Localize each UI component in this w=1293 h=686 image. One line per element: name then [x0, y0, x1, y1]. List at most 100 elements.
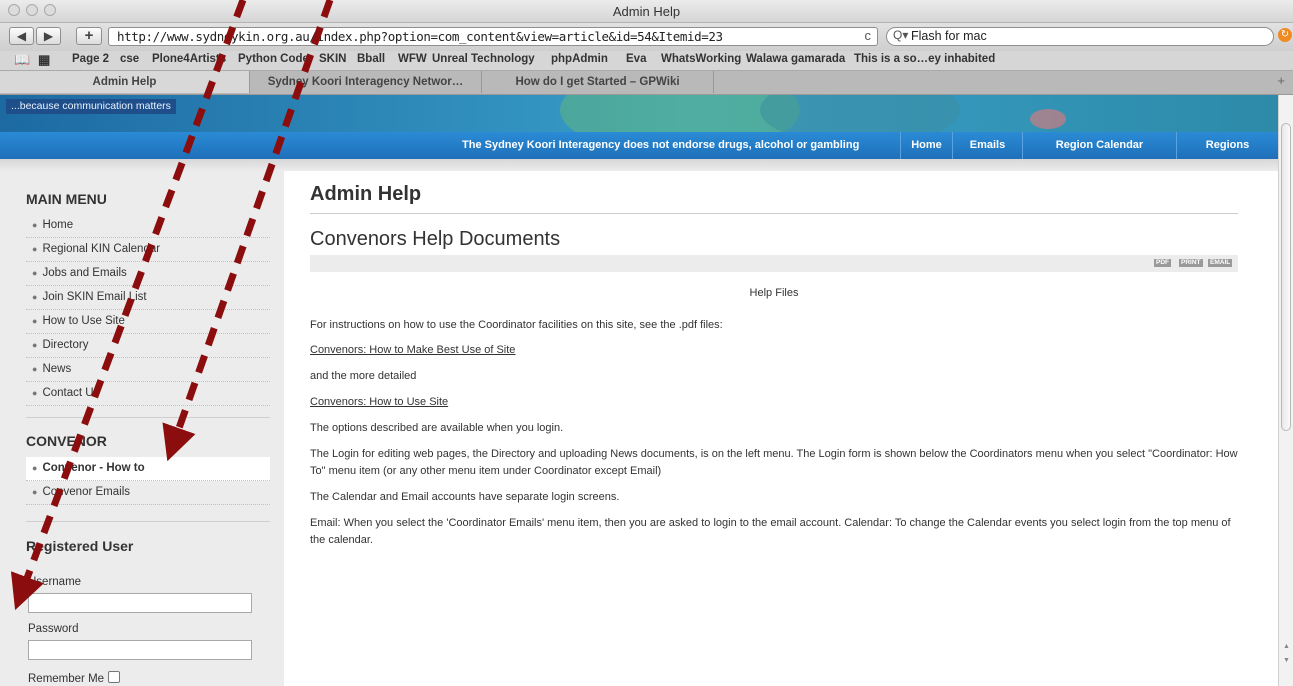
- bookmark-item[interactable]: SKIN: [319, 53, 346, 65]
- password-label: Password: [28, 623, 79, 635]
- menu-label: News: [42, 363, 72, 375]
- menu-label: Regional KIN Calendar: [42, 243, 161, 255]
- bookmarks-book-icon[interactable]: 📖: [14, 52, 30, 68]
- divider: [26, 417, 270, 418]
- bullet-icon: ●: [32, 364, 38, 374]
- bullet-icon: ●: [32, 463, 38, 473]
- tab-sydney-koori[interactable]: Sydney Koori Interagency Networ…: [250, 71, 482, 93]
- password-input[interactable]: [28, 640, 252, 660]
- sidebar: MAIN MENU ● Home ● Regional KIN Calendar ●…: [0, 171, 284, 686]
- bookmark-item[interactable]: Bball: [357, 53, 385, 65]
- menu-item-convenor-emails[interactable]: ● Convenor Emails: [26, 481, 270, 505]
- article-toolbar: PDF PRINT EMAIL: [310, 255, 1238, 272]
- calendar-email-text: The Calendar and Email accounts have sep…: [310, 491, 620, 503]
- convenor-heading: CONVENOR: [26, 433, 107, 449]
- menu-label: Home: [42, 219, 74, 231]
- menu-item-news[interactable]: ● News: [26, 358, 270, 382]
- bookmark-item[interactable]: Eva: [626, 53, 646, 65]
- more-detailed-text: and the more detailed: [310, 370, 417, 382]
- menu-label: Convenor Emails: [42, 486, 131, 498]
- top-sites-grid-icon[interactable]: ▦: [38, 52, 50, 68]
- bookmark-item[interactable]: Unreal Technology: [432, 53, 535, 65]
- site-nav: The Sydney Koori Interagency does not en…: [0, 132, 1278, 160]
- bullet-icon: ●: [32, 340, 38, 350]
- bookmark-item[interactable]: WFW: [398, 53, 427, 65]
- bullet-icon: ●: [32, 388, 38, 398]
- address-bar[interactable]: http://www.sydneykin.org.au/index.php?op…: [108, 27, 878, 46]
- menu-label: Contact Us: [42, 387, 100, 399]
- nav-home[interactable]: Home: [900, 132, 952, 159]
- menu-label: Convenor - How to: [42, 462, 145, 474]
- menu-label: How to Use Site: [42, 315, 125, 327]
- new-tab-icon[interactable]: +: [1277, 73, 1285, 88]
- intro-text: For instructions on how to use the Coord…: [310, 319, 723, 331]
- username-input[interactable]: [28, 593, 252, 613]
- bookmark-item[interactable]: Plone4Artists: [152, 53, 226, 65]
- bullet-icon: ●: [32, 220, 38, 230]
- bookmark-item[interactable]: Walawa gamarada: [746, 53, 845, 65]
- tab-admin-help[interactable]: Admin Help: [0, 71, 250, 93]
- bookmark-item[interactable]: This is a so…ey inhabited: [854, 53, 995, 65]
- menu-item-directory[interactable]: ● Directory: [26, 334, 270, 358]
- menu-item-contact[interactable]: ● Contact Us: [26, 382, 270, 406]
- bookmark-item[interactable]: Page 2: [72, 53, 109, 65]
- reload-icon[interactable]: c: [865, 28, 872, 43]
- how-to-use-link[interactable]: Convenors: How to Use Site: [310, 396, 448, 408]
- menu-item-regional-calendar[interactable]: ● Regional KIN Calendar: [26, 238, 270, 262]
- article-title: Convenors Help Documents: [310, 228, 561, 250]
- bullet-icon: ●: [32, 292, 38, 302]
- link-best-use: Convenors: How to Make Best Use of Site: [310, 342, 1238, 359]
- divider: [26, 521, 270, 522]
- menu-item-home[interactable]: ● Home: [26, 214, 270, 238]
- bookmark-item[interactable]: cse: [120, 53, 139, 65]
- pdf-icon[interactable]: PDF: [1154, 259, 1171, 267]
- menu-label: Directory: [42, 339, 89, 351]
- site-tagline: ...because communication matters: [6, 99, 176, 114]
- remember-me: Remember Me: [28, 671, 121, 685]
- nav-shadow: [0, 159, 1278, 171]
- bookmark-item[interactable]: phpAdmin: [551, 53, 608, 65]
- snapback-icon[interactable]: ↻: [1278, 28, 1292, 42]
- search-field[interactable]: Q▾ Flash for mac: [886, 27, 1274, 46]
- scroll-down-icon[interactable]: ▼: [1283, 657, 1290, 664]
- back-button[interactable]: ◀: [9, 27, 34, 45]
- bookmark-item[interactable]: WhatsWorking: [661, 53, 741, 65]
- login-text: The Login for editing web pages, the Dir…: [310, 448, 1238, 477]
- toolbar: ◀ ▶ + http://www.sydneykin.org.au/index.…: [0, 23, 1293, 51]
- print-icon[interactable]: PRINT: [1179, 259, 1203, 267]
- help-files-heading: Help Files: [749, 287, 799, 299]
- email-icon[interactable]: EMAIL: [1208, 259, 1233, 267]
- vertical-scrollbar[interactable]: ▲ ▼: [1278, 95, 1293, 686]
- main-menu-heading: MAIN MENU: [26, 191, 107, 207]
- nav-region-calendar[interactable]: Region Calendar: [1022, 132, 1176, 159]
- username-label: Username: [28, 576, 82, 588]
- banner-decoration: [1030, 109, 1066, 129]
- link-how-to-use: Convenors: How to Use Site: [310, 394, 1238, 411]
- banner-decoration: [760, 95, 960, 132]
- main-content: Admin Help Convenors Help Documents PDF …: [310, 171, 1240, 686]
- site-banner: ...because communication matters: [0, 95, 1278, 132]
- menu-item-convenor-how-to[interactable]: ● Convenor - How to: [26, 457, 270, 481]
- bookmark-item[interactable]: Python Code: [238, 53, 309, 65]
- web-page: ...because communication matters The Syd…: [0, 95, 1278, 686]
- menu-item-jobs-emails[interactable]: ● Jobs and Emails: [26, 262, 270, 286]
- browser-window: Admin Help ◀ ▶ + http://www.sydneykin.or…: [0, 0, 1293, 686]
- search-icon: Q▾: [893, 28, 909, 42]
- menu-item-join-email-list[interactable]: ● Join SKIN Email List: [26, 286, 270, 310]
- remember-checkbox[interactable]: [108, 671, 121, 683]
- email-calendar-text: Email: When you select the 'Coordinator …: [310, 517, 1231, 546]
- best-use-link[interactable]: Convenors: How to Make Best Use of Site: [310, 344, 515, 356]
- scroll-up-icon[interactable]: ▲: [1283, 643, 1290, 650]
- tab-gpwiki[interactable]: How do I get Started – GPWiki: [482, 71, 714, 93]
- registered-user-heading: Registered User: [26, 538, 134, 554]
- forward-button[interactable]: ▶: [36, 27, 61, 45]
- menu-item-how-to-use[interactable]: ● How to Use Site: [26, 310, 270, 334]
- tab-label: Sydney Koori Interagency Networ…: [267, 76, 464, 88]
- scrollbar-thumb[interactable]: [1281, 123, 1291, 431]
- tab-label: How do I get Started – GPWiki: [515, 76, 680, 88]
- title-divider: [310, 213, 1238, 214]
- nav-regions[interactable]: Regions: [1176, 132, 1278, 159]
- nav-emails[interactable]: Emails: [952, 132, 1022, 159]
- add-bookmark-button[interactable]: +: [76, 27, 102, 45]
- tab-bar: Admin Help Sydney Koori Interagency Netw…: [0, 71, 1293, 95]
